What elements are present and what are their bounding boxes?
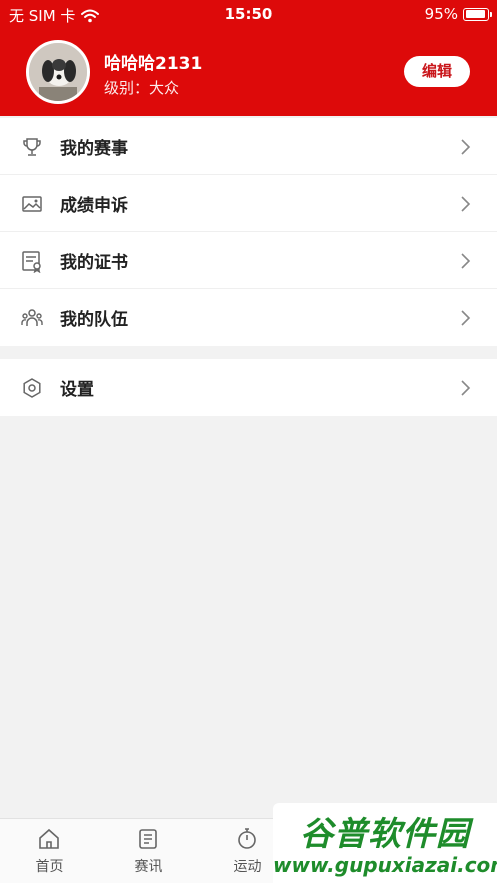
profile-header: 无 SIM 卡 15:50 95% 哈哈哈2131 级别：大众 编辑 (0, 0, 497, 116)
trophy-icon (23, 138, 41, 156)
chevron-right-icon (461, 380, 471, 396)
chevron-right-icon (461, 196, 471, 212)
tab-label: 赛讯 (134, 859, 163, 875)
menu-item-score-appeal[interactable]: 成绩申诉 (0, 175, 497, 232)
settings-icon (23, 378, 41, 398)
menu-label: 我的证书 (60, 252, 128, 273)
battery-percent: 95% (424, 5, 458, 23)
menu-label: 我的赛事 (60, 138, 128, 159)
menu-item-my-events[interactable]: 我的赛事 (0, 118, 497, 175)
news-icon (139, 829, 157, 849)
certificate-icon (22, 251, 41, 273)
status-time: 15:50 (224, 5, 273, 23)
user-level: 级别：大众 (104, 79, 180, 97)
dog-avatar-image (29, 43, 87, 101)
chevron-right-icon (461, 310, 471, 326)
settings-menu: 设置 (0, 359, 497, 416)
tab-label: 首页 (35, 859, 64, 875)
home-icon (39, 828, 59, 849)
avatar[interactable] (26, 40, 90, 104)
tab-home[interactable]: 首页 (0, 819, 99, 883)
watermark-url: www.gupuxiazai.com (273, 853, 497, 877)
menu-label: 成绩申诉 (60, 195, 128, 216)
chevron-right-icon (461, 139, 471, 155)
chevron-right-icon (461, 253, 471, 269)
watermark-title: 谷普软件园 (300, 814, 470, 853)
menu-label: 我的队伍 (60, 310, 128, 330)
team-icon (21, 309, 43, 326)
edit-profile-button[interactable]: 编辑 (404, 56, 470, 87)
username: 哈哈哈2131 (104, 54, 203, 74)
menu-item-settings[interactable]: 设置 (0, 359, 497, 416)
tab-news[interactable]: 赛讯 (99, 819, 198, 883)
watermark: 谷普软件园 www.gupuxiazai.com (273, 803, 497, 883)
stopwatch-icon (238, 828, 256, 849)
status-bar: 无 SIM 卡 15:50 95% (0, 0, 497, 30)
battery-level (465, 10, 486, 18)
menu-label: 设置 (60, 380, 94, 400)
menu-item-my-certificates[interactable]: 我的证书 (0, 232, 497, 289)
battery-icon (463, 7, 492, 21)
main-menu: 我的赛事 成绩申诉 我的证书 我的队伍 (0, 118, 497, 346)
menu-item-my-team[interactable]: 我的队伍 (0, 289, 497, 346)
image-icon (22, 196, 42, 212)
